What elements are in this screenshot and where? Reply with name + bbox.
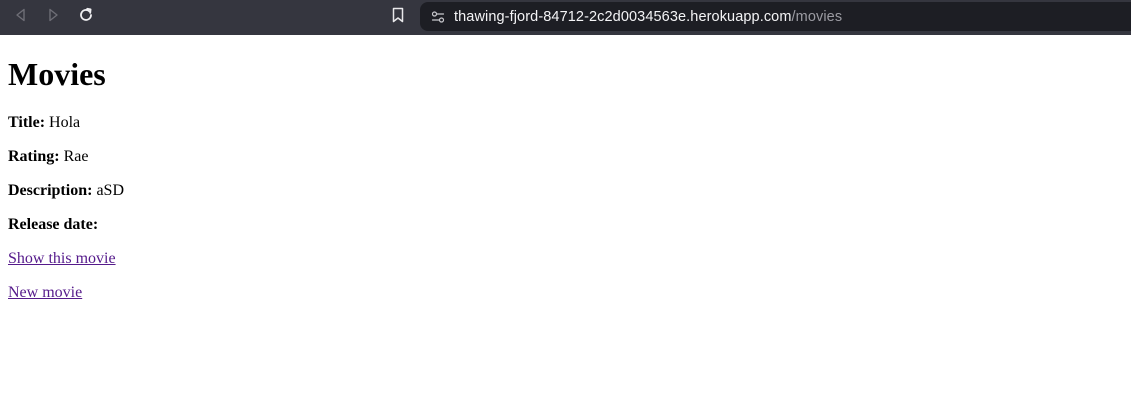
page-content: Movies Title: Hola Rating: Rae Descripti… <box>0 56 1131 302</box>
url-path: /movies <box>791 8 843 25</box>
bookmark-icon <box>391 7 405 28</box>
movie-title-value: Hola <box>49 114 81 131</box>
back-button[interactable] <box>10 6 32 28</box>
new-movie-link-row: New movie <box>8 284 1123 302</box>
forward-arrow-icon <box>46 8 60 27</box>
page-title: Movies <box>8 56 106 92</box>
movie-release-date-label: Release date: <box>8 216 99 233</box>
show-movie-link[interactable]: Show this movie <box>8 250 116 267</box>
movie-title-field: Title: Hola <box>8 114 1123 132</box>
movie-description-field: Description: aSD <box>8 182 1123 200</box>
bookmark-button[interactable] <box>387 6 409 28</box>
movie-release-date-field: Release date: <box>8 216 1123 234</box>
movie-title-label: Title: <box>8 114 46 131</box>
movie-rating-label: Rating: <box>8 148 60 165</box>
show-movie-link-row: Show this movie <box>8 250 1123 268</box>
back-arrow-icon <box>14 8 28 27</box>
reload-button[interactable] <box>75 6 97 28</box>
new-movie-link[interactable]: New movie <box>8 284 82 301</box>
address-bar[interactable]: thawing-fjord-84712-2c2d0034563e.herokua… <box>420 2 1131 31</box>
movie-description-value: aSD <box>96 182 124 199</box>
reload-icon <box>78 7 94 28</box>
movie-rating-value: Rae <box>63 148 89 165</box>
movie-record: Title: Hola Rating: Rae Description: aSD… <box>8 114 1123 268</box>
movie-rating-field: Rating: Rae <box>8 148 1123 166</box>
forward-button[interactable] <box>42 6 64 28</box>
url-text[interactable]: thawing-fjord-84712-2c2d0034563e.herokua… <box>454 9 842 25</box>
site-settings-icon[interactable] <box>430 9 446 25</box>
browser-toolbar: thawing-fjord-84712-2c2d0034563e.herokua… <box>0 0 1131 35</box>
url-host: thawing-fjord-84712-2c2d0034563e.herokua… <box>454 8 792 25</box>
movie-description-label: Description: <box>8 182 93 199</box>
